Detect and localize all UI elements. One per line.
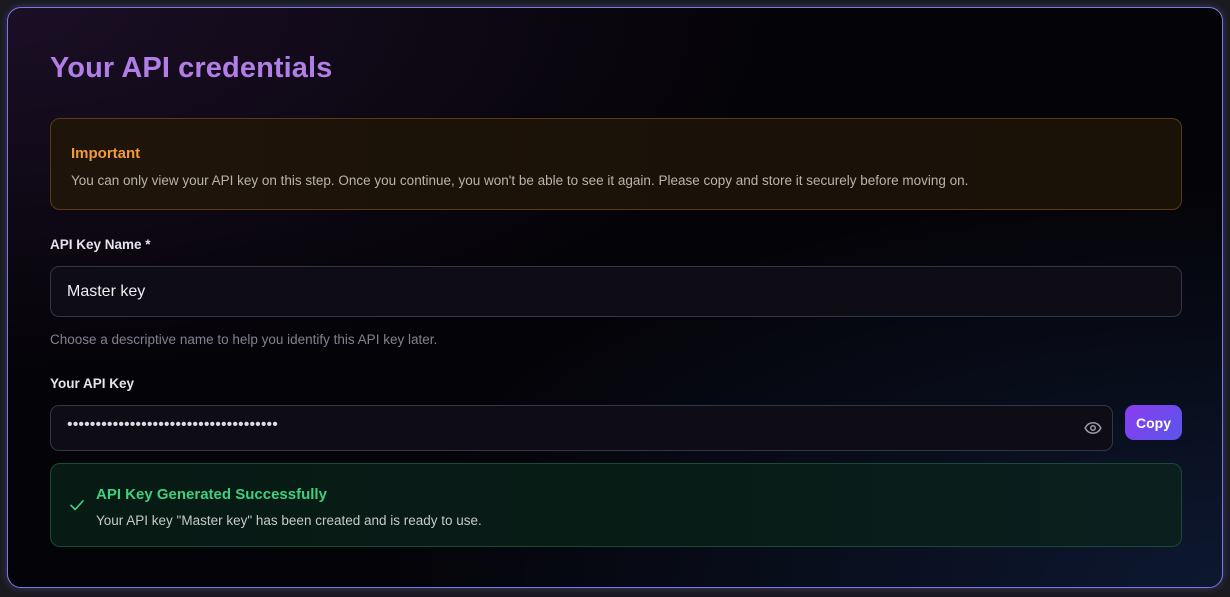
important-notice: Important You can only view your API key… — [50, 118, 1182, 210]
notice-title: Important — [71, 145, 141, 162]
success-text: Your API key "Master key" has been creat… — [96, 513, 482, 528]
success-title: API Key Generated Successfully — [96, 486, 327, 503]
api-key-name-input[interactable]: Master key — [50, 266, 1182, 317]
api-credentials-card: Your API credentials Important You can o… — [7, 7, 1223, 588]
api-key-label: Your API Key — [50, 376, 135, 391]
api-key-name-hint: Choose a descriptive name to help you id… — [50, 332, 438, 347]
notice-text: You can only view your API key on this s… — [71, 173, 969, 188]
api-key-name-value: Master key — [67, 283, 146, 300]
copy-button[interactable]: Copy — [1125, 405, 1182, 440]
check-icon — [68, 496, 86, 514]
api-key-masked-value: ••••••••••••••••••••••••••••••••••••• — [67, 416, 278, 433]
page-title: Your API credentials — [50, 52, 333, 84]
api-key-name-label: API Key Name * — [50, 237, 151, 252]
api-key-input[interactable]: ••••••••••••••••••••••••••••••••••••• — [50, 405, 1113, 451]
eye-icon[interactable] — [1084, 419, 1102, 437]
success-notice: API Key Generated Successfully Your API … — [50, 463, 1182, 547]
